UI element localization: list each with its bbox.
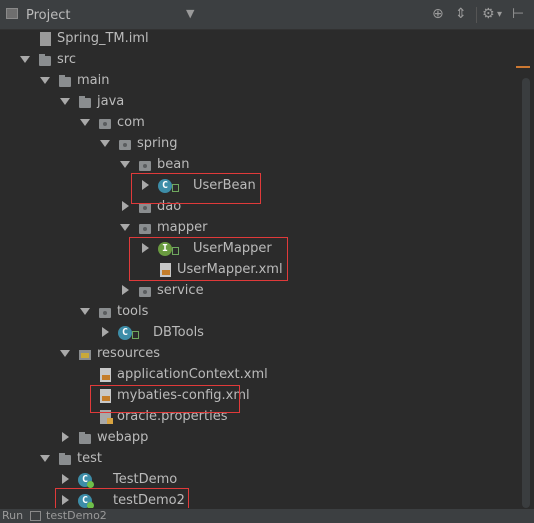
run-task-label[interactable]: testDemo2: [46, 509, 107, 523]
package-icon: [98, 115, 114, 131]
test-class-icon: C: [78, 472, 94, 488]
collapse-icon[interactable]: ⇕: [455, 6, 467, 22]
tree-item-label: TestDemo: [113, 472, 178, 487]
test-class-icon: C: [78, 493, 94, 509]
class-icon: C: [158, 178, 179, 194]
chevron-down-icon[interactable]: ▼: [186, 7, 194, 20]
globe-icon[interactable]: ⊕: [432, 6, 444, 22]
folder-icon: [38, 52, 54, 68]
package-icon: [138, 220, 154, 236]
tree-item-label: UserMapper: [193, 241, 272, 256]
toolbar-divider: [476, 7, 477, 23]
tree-item-label: mybaties-config.xml: [117, 388, 250, 403]
iml-file-icon: [38, 31, 54, 47]
tree-item-label: spring: [137, 136, 178, 151]
tree-item-label: UserBean: [193, 178, 256, 193]
expand-arrow-icon[interactable]: [118, 154, 132, 175]
tree-item-label: Spring_TM.iml: [57, 31, 149, 46]
source-folder-icon: [78, 94, 94, 110]
tree-item-label: applicationContext.xml: [117, 367, 268, 382]
properties-file-icon: [98, 409, 114, 425]
folder-icon: [58, 73, 74, 89]
collapse-arrow-icon[interactable]: [58, 469, 72, 490]
tree-item-label: DBTools: [153, 325, 204, 340]
interface-icon: I: [158, 241, 179, 257]
expand-arrow-icon[interactable]: [58, 91, 72, 112]
xml-file-icon: [158, 262, 174, 278]
project-icon: [6, 8, 18, 19]
expand-arrow-icon[interactable]: [38, 448, 52, 469]
gear-dropdown-icon[interactable]: ▾: [497, 9, 502, 20]
tree-item-label: dao: [157, 199, 182, 214]
tree-item-label: src: [57, 52, 76, 67]
run-label[interactable]: Run: [2, 509, 23, 523]
run-window-icon: [30, 511, 41, 521]
collapse-arrow-icon[interactable]: [118, 196, 132, 217]
package-icon: [138, 199, 154, 215]
collapse-arrow-icon[interactable]: [98, 322, 112, 343]
tree-item-label: resources: [97, 346, 161, 361]
tree-item-label: oracle.properties: [117, 409, 228, 424]
package-icon: [138, 157, 154, 173]
tree-item-label: UserMapper.xml: [177, 262, 283, 277]
gear-icon[interactable]: ⚙: [482, 6, 495, 22]
class-icon: C: [118, 325, 139, 341]
tree-item-label: java: [97, 94, 125, 109]
project-tree: Spring_TM.iml src main java com spring b…: [0, 30, 520, 514]
collapse-arrow-icon[interactable]: [138, 175, 152, 196]
project-toolbar: Project ▼ ⊕ ⇕ ⚙ ▾ ⊢: [0, 0, 534, 30]
package-icon: [98, 304, 114, 320]
package-icon: [118, 136, 134, 152]
collapse-arrow-icon[interactable]: [118, 280, 132, 301]
scroll-marker: [516, 66, 530, 68]
folder-icon: [58, 451, 74, 467]
panel-title[interactable]: Project: [26, 8, 70, 23]
expand-arrow-icon[interactable]: [58, 343, 72, 364]
tree-item-label: bean: [157, 157, 190, 172]
vertical-scrollbar[interactable]: [522, 78, 530, 508]
hide-panel-icon[interactable]: ⊢: [512, 6, 524, 22]
folder-icon: [78, 430, 94, 446]
tree-item-label: com: [117, 115, 145, 130]
expand-arrow-icon[interactable]: [38, 70, 52, 91]
collapse-arrow-icon[interactable]: [58, 427, 72, 448]
tree-item-label: main: [77, 73, 110, 88]
tree-item-label: webapp: [97, 430, 149, 445]
expand-arrow-icon[interactable]: [98, 133, 112, 154]
xml-file-icon: [98, 388, 114, 404]
xml-file-icon: [98, 367, 114, 383]
tree-item-label: tools: [117, 304, 149, 319]
expand-arrow-icon[interactable]: [78, 112, 92, 133]
collapse-arrow-icon[interactable]: [138, 238, 152, 259]
resources-folder-icon: [78, 346, 94, 362]
tree-item-label: test: [77, 451, 102, 466]
package-icon: [138, 283, 154, 299]
tree-item-label: mapper: [157, 220, 208, 235]
status-bar: Run testDemo2: [0, 508, 534, 523]
tree-item-label: service: [157, 283, 204, 298]
expand-arrow-icon[interactable]: [18, 49, 32, 70]
expand-arrow-icon[interactable]: [78, 301, 92, 322]
expand-arrow-icon[interactable]: [118, 217, 132, 238]
